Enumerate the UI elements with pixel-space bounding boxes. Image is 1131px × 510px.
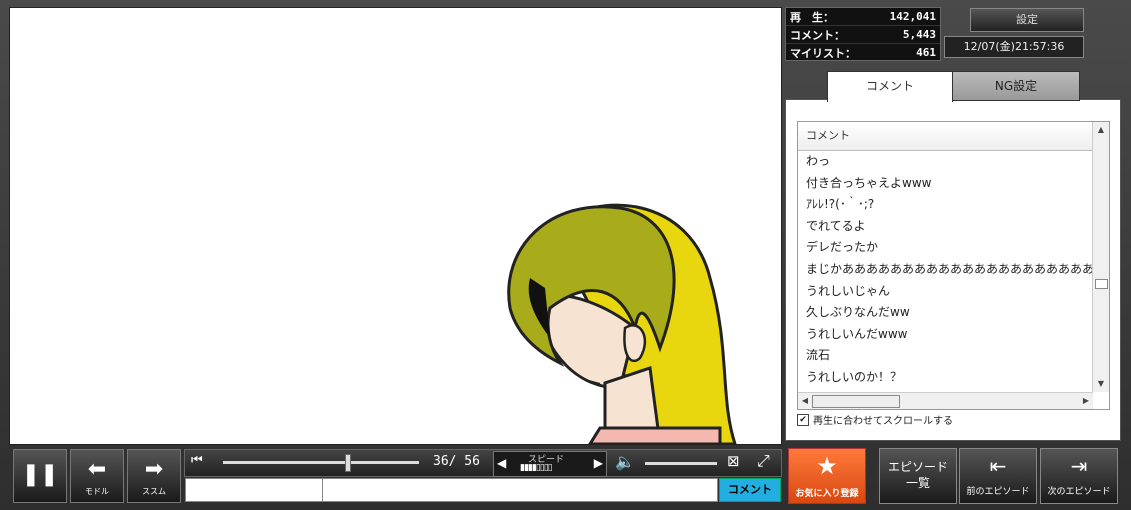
fullscreen-icon[interactable]: ⤢ bbox=[757, 451, 770, 471]
comment-input[interactable] bbox=[322, 478, 718, 502]
comment-list-body: わっ 付き合っちゃえよwww ｱﾚﾚ!?(･｀･;? でれてるよ デレだったか … bbox=[798, 151, 1109, 389]
stat-comment-label: コメント： bbox=[790, 28, 845, 42]
list-item[interactable]: 流石 bbox=[798, 345, 1094, 367]
speed-up-icon[interactable]: ▶ bbox=[594, 456, 603, 470]
forward-label: ススム bbox=[142, 487, 166, 496]
list-item[interactable]: でれてるよ bbox=[798, 216, 1094, 238]
list-item[interactable]: ｱﾚﾚ!?(･｀･;? bbox=[798, 194, 1094, 216]
list-item[interactable]: うれしいじゃん bbox=[798, 281, 1094, 303]
next-episode-icon: ⇥ bbox=[1070, 454, 1088, 478]
character-illustration bbox=[507, 203, 737, 444]
tab-ng-settings[interactable]: NG設定 bbox=[952, 71, 1080, 101]
vertical-scrollbar[interactable]: ▲ ▼ bbox=[1092, 122, 1109, 392]
comment-submit-button[interactable]: コメント bbox=[719, 478, 781, 502]
sync-scroll-checkbox[interactable]: ✔ bbox=[797, 413, 809, 426]
episode-list-button[interactable]: エピソード 一覧 bbox=[879, 448, 957, 504]
back-button[interactable]: ⬅ モドル bbox=[70, 449, 124, 503]
star-icon: ★ bbox=[816, 452, 838, 480]
speed-level-icon: ▮▮▮▮▯▯▯▯ bbox=[520, 463, 553, 473]
speed-control: ◀ スピード ▮▮▮▮▯▯▯▯ ▶ bbox=[493, 451, 607, 477]
next-episode-button[interactable]: ⇥ 次のエピソード bbox=[1040, 448, 1118, 504]
arrow-right-icon: ➡ bbox=[144, 457, 164, 482]
next-episode-label: 次のエピソード bbox=[1047, 487, 1111, 497]
datetime-display: 12/07(金)21:57:36 bbox=[944, 36, 1084, 58]
episode-list-label: エピソード 一覧 bbox=[887, 460, 948, 490]
seek-handle[interactable] bbox=[345, 454, 351, 472]
prev-episode-button[interactable]: ⇤ 前のエピソード bbox=[959, 448, 1037, 504]
stat-play: 再 生： 142,041 bbox=[786, 8, 940, 26]
pause-icon: ❚❚ bbox=[21, 462, 59, 487]
scroll-down-arrow-icon[interactable]: ▼ bbox=[1093, 376, 1109, 392]
horizontal-scroll-thumb[interactable] bbox=[812, 395, 900, 408]
tab-comment[interactable]: コメント bbox=[827, 71, 953, 102]
stat-comment: コメント： 5,443 bbox=[786, 26, 940, 44]
settings-button[interactable]: 設定 bbox=[970, 8, 1084, 32]
favorite-label: お気に入り登録 bbox=[795, 489, 859, 499]
comment-panel: コメント わっ 付き合っちゃえよwww ｱﾚﾚ!?(･｀･;? でれてるよ デレ… bbox=[785, 99, 1121, 441]
forward-button[interactable]: ➡ ススム bbox=[127, 449, 181, 503]
sync-scroll-label: 再生に合わせてスクロールする bbox=[813, 416, 953, 427]
stat-comment-value: 5,443 bbox=[902, 28, 936, 41]
list-item[interactable]: 付き合っちゃえよwww bbox=[798, 173, 1094, 195]
comment-toggle-icon[interactable]: ⊠ bbox=[727, 452, 740, 470]
stat-play-label: 再 生： bbox=[790, 10, 834, 24]
seek-bar-panel: ⏮ 36/ 56 ◀ スピード ▮▮▮▮▯▯▯▯ ▶ 🔈 ⊠ ⤢ bbox=[184, 449, 782, 477]
scroll-right-arrow-icon[interactable]: ▶ bbox=[1079, 393, 1093, 409]
comment-list-header[interactable]: コメント bbox=[798, 122, 1109, 151]
vertical-scroll-thumb[interactable] bbox=[1095, 279, 1108, 289]
prev-episode-icon: ⇤ bbox=[989, 454, 1007, 478]
pause-button[interactable]: ❚❚ bbox=[13, 449, 67, 503]
scroll-up-arrow-icon[interactable]: ▲ bbox=[1093, 122, 1109, 138]
list-item[interactable]: まじかあああああああああああああああああああああ bbox=[798, 259, 1094, 281]
arrow-left-icon: ⬅ bbox=[87, 457, 107, 482]
command-input[interactable] bbox=[185, 478, 323, 502]
stats-panel: 再 生： 142,041 コメント： 5,443 マイリスト： 461 bbox=[785, 7, 941, 61]
stat-mylist-label: マイリスト： bbox=[790, 46, 856, 60]
skip-to-start-icon[interactable]: ⏮ bbox=[191, 453, 203, 468]
scroll-left-arrow-icon[interactable]: ◀ bbox=[798, 393, 812, 409]
video-area[interactable] bbox=[9, 7, 782, 445]
list-item[interactable]: うれしいんだwww bbox=[798, 324, 1094, 346]
stat-mylist: マイリスト： 461 bbox=[786, 44, 940, 61]
list-item[interactable]: デレだったか bbox=[798, 237, 1094, 259]
list-item[interactable]: うれしいのか！？ bbox=[798, 367, 1094, 389]
volume-slider[interactable] bbox=[645, 462, 717, 465]
sync-scroll-option[interactable]: ✔ 再生に合わせてスクロールする bbox=[797, 412, 953, 427]
seek-track[interactable] bbox=[223, 461, 419, 464]
speed-down-icon[interactable]: ◀ bbox=[497, 456, 506, 470]
horizontal-scrollbar[interactable]: ◀ ▶ bbox=[798, 392, 1093, 409]
time-display: 36/ 56 bbox=[433, 454, 480, 469]
prev-episode-label: 前のエピソード bbox=[966, 487, 1030, 497]
stat-mylist-value: 461 bbox=[916, 46, 936, 59]
back-label: モドル bbox=[85, 487, 109, 496]
list-item[interactable]: わっ bbox=[798, 151, 1094, 173]
list-item[interactable]: 久しぶりなんだww bbox=[798, 302, 1094, 324]
favorite-button[interactable]: ★ お気に入り登録 bbox=[788, 448, 866, 504]
stat-play-value: 142,041 bbox=[889, 10, 936, 23]
volume-icon[interactable]: 🔈 bbox=[615, 452, 635, 471]
comment-list[interactable]: コメント わっ 付き合っちゃえよwww ｱﾚﾚ!?(･｀･;? でれてるよ デレ… bbox=[797, 121, 1110, 410]
